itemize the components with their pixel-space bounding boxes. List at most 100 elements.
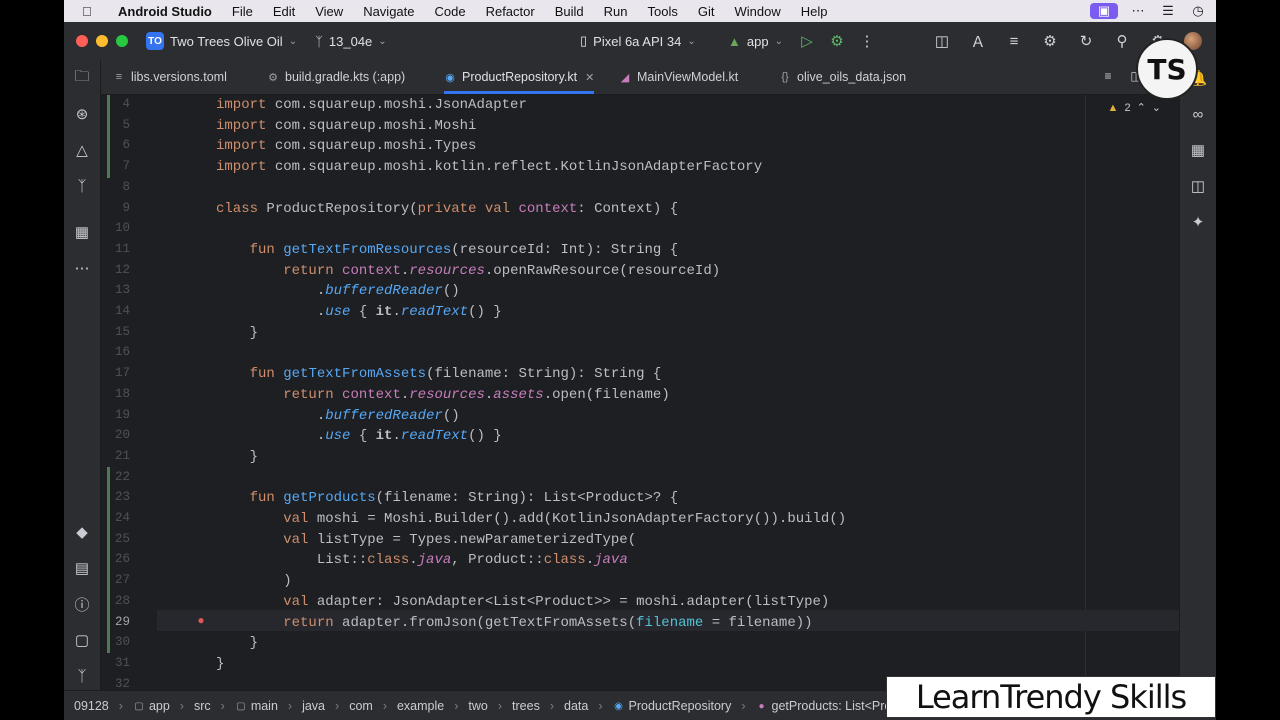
terminal-icon[interactable]: ▢ bbox=[72, 630, 92, 650]
left-tool-strip: 🗀 ⊛ △ ᛉ ▦ ⋯ ◆ ▤ ⓘ ▢ ᛉ bbox=[64, 60, 101, 690]
project-selector[interactable]: TO Two Trees Olive Oil ⌄ bbox=[146, 32, 297, 50]
menu-file[interactable]: File bbox=[222, 4, 263, 19]
tab-product-repository[interactable]: ◉ ProductRepository.kt ✕ bbox=[444, 60, 595, 94]
code-editor[interactable]: 4 5 6 7 8 9 10 11 12 13 14 15 16 17 18 19 20 21 22 23 24 25 26… bbox=[101, 95, 1179, 690]
tab-label: libs.versions.toml bbox=[131, 70, 227, 84]
breadcrumb-two[interactable]: two bbox=[468, 699, 487, 713]
structure-icon[interactable]: ▦ bbox=[72, 222, 92, 242]
git-icon[interactable]: ᛉ bbox=[72, 666, 92, 686]
folder-icon[interactable]: 🗀 bbox=[72, 68, 92, 88]
running-devices-icon[interactable]: ◫ bbox=[1188, 176, 1208, 196]
chevron-down-icon: ⌄ bbox=[774, 35, 783, 47]
ide-toolbar: TO Two Trees Olive Oil ⌄ ᛉ 13_04e ⌄ ▯ Pi… bbox=[64, 22, 1216, 60]
chevron-down-icon: ⌄ bbox=[288, 35, 298, 47]
tab-build-gradle[interactable]: ⚙ build.gradle.kts (:app) bbox=[267, 60, 405, 94]
problems-icon[interactable]: ⓘ bbox=[72, 594, 92, 614]
breadcrumb-data[interactable]: data bbox=[564, 699, 588, 713]
breadcrumb-src[interactable]: src bbox=[194, 699, 211, 713]
breadcrumb-com[interactable]: com bbox=[349, 699, 373, 713]
menu-window[interactable]: Window bbox=[724, 4, 790, 19]
gradle-icon[interactable]: ∞ bbox=[1188, 104, 1208, 124]
lightbulb-icon[interactable]: ● bbox=[195, 613, 207, 627]
method-icon: ● bbox=[758, 700, 765, 712]
tab-label: ProductRepository.kt bbox=[462, 70, 578, 84]
breadcrumb-class[interactable]: ProductRepository bbox=[629, 699, 732, 713]
kotlin-file-icon: ◢ bbox=[620, 71, 630, 84]
menu-code[interactable]: Code bbox=[425, 4, 476, 19]
warning-icon: ▲ bbox=[1107, 101, 1119, 114]
code-line: return adapter.fromJson(getTextFromAsset… bbox=[283, 614, 813, 631]
code-line: } bbox=[216, 655, 225, 672]
build-variants-icon[interactable]: ▤ bbox=[72, 558, 92, 578]
minimize-window-button[interactable] bbox=[96, 35, 108, 47]
breadcrumb-app[interactable]: app bbox=[149, 699, 170, 713]
inspection-widget[interactable]: ▲ 2 ⌃ ⌄ bbox=[1107, 101, 1161, 115]
line-number: 17 bbox=[114, 366, 130, 381]
menu-app-name[interactable]: Android Studio bbox=[108, 4, 222, 19]
apple-icon[interactable]:  bbox=[82, 4, 98, 19]
gemini-icon[interactable]: ✦ bbox=[1188, 212, 1208, 232]
sync-icon[interactable]: ↻ bbox=[1076, 31, 1096, 51]
breadcrumb-java[interactable]: java bbox=[302, 699, 325, 713]
run-icon[interactable]: ▷ bbox=[797, 31, 817, 51]
line-number: 9 bbox=[122, 200, 130, 215]
control-center-icon[interactable]: ☰ bbox=[1158, 3, 1178, 19]
module-icon: ▢ bbox=[134, 700, 144, 712]
translate-icon[interactable]: Ａ bbox=[968, 31, 988, 51]
status-position: 09128 bbox=[74, 699, 109, 713]
search-icon[interactable]: ⚲ bbox=[1112, 31, 1132, 51]
code-line: return context.resources.assets.open(fil… bbox=[283, 386, 670, 403]
branch-selector[interactable]: ᛉ 13_04e ⌄ bbox=[315, 34, 387, 49]
code-line: } bbox=[216, 324, 259, 341]
breadcrumb-example[interactable]: example bbox=[397, 699, 444, 713]
tab-libs-versions[interactable]: ≡ libs.versions.toml bbox=[113, 60, 227, 94]
code-line: } bbox=[216, 635, 259, 652]
window-controls bbox=[76, 35, 128, 47]
code-line: import com.squareup.moshi.Moshi bbox=[216, 117, 477, 134]
more-icon[interactable]: ⋯ bbox=[1128, 3, 1148, 19]
menu-git[interactable]: Git bbox=[688, 4, 725, 19]
line-number: 8 bbox=[122, 179, 130, 194]
close-icon[interactable]: ✕ bbox=[585, 71, 594, 84]
zoom-window-button[interactable] bbox=[116, 35, 128, 47]
breadcrumb-main[interactable]: main bbox=[251, 699, 278, 713]
line-number: 6 bbox=[122, 138, 130, 153]
ide-window:  Android Studio File Edit View Navigate… bbox=[64, 0, 1216, 720]
menu-refactor[interactable]: Refactor bbox=[476, 4, 545, 19]
tab-main-view-model[interactable]: ◢ MainViewModel.kt bbox=[619, 60, 738, 94]
menu-navigate[interactable]: Navigate bbox=[353, 4, 424, 19]
menu-tools[interactable]: Tools bbox=[638, 4, 688, 19]
menu-help[interactable]: Help bbox=[791, 4, 838, 19]
menu-edit[interactable]: Edit bbox=[263, 4, 305, 19]
menu-build[interactable]: Build bbox=[545, 4, 594, 19]
device-file-icon[interactable]: ▦ bbox=[1188, 140, 1208, 160]
run-config-selector[interactable]: ▲ app ⌄ bbox=[728, 34, 783, 49]
more-tools-icon[interactable]: ⋯ bbox=[72, 258, 92, 278]
more-actions-icon[interactable]: ⋮ bbox=[857, 31, 877, 51]
debug-icon[interactable]: ⚙ bbox=[827, 31, 847, 51]
code-line: List::class.java, Product::class.java bbox=[216, 552, 628, 569]
tab-olive-oils-data[interactable]: {} olive_oils_data.json bbox=[779, 60, 906, 94]
device-selector[interactable]: ▯ Pixel 6a API 34 ⌄ bbox=[580, 33, 696, 49]
editor-tabs: ≡ libs.versions.toml ⚙ build.gradle.kts … bbox=[101, 60, 1179, 95]
pull-requests-icon[interactable]: ᛉ bbox=[72, 176, 92, 196]
plugins-icon[interactable]: ⚙ bbox=[1040, 31, 1060, 51]
chevron-down-icon[interactable]: ⌄ bbox=[1152, 101, 1161, 114]
code-line: .use { it.readText() } bbox=[216, 428, 502, 445]
commit-icon[interactable]: ⊛ bbox=[72, 104, 92, 124]
screen-record-icon[interactable]: ▣ bbox=[1090, 3, 1118, 19]
gem-icon[interactable]: ◆ bbox=[72, 522, 92, 542]
line-number-gutter: 4 5 6 7 8 9 10 11 12 13 14 15 16 17 18 19 20 21 22 23 24 25 26… bbox=[101, 95, 157, 690]
resource-manager-icon[interactable]: △ bbox=[72, 140, 92, 160]
chevron-up-icon[interactable]: ⌃ bbox=[1137, 101, 1146, 114]
close-window-button[interactable] bbox=[76, 35, 88, 47]
menu-view[interactable]: View bbox=[305, 4, 353, 19]
clock-icon[interactable]: ◷ bbox=[1188, 3, 1208, 19]
json-file-icon: {} bbox=[781, 71, 789, 83]
code-line: fun getProducts(filename: String): List<… bbox=[249, 490, 679, 507]
structure-icon[interactable]: ≡ bbox=[1004, 31, 1024, 51]
menu-run[interactable]: Run bbox=[594, 4, 638, 19]
breadcrumb-trees[interactable]: trees bbox=[512, 699, 540, 713]
device-manager-icon[interactable]: ◫ bbox=[932, 31, 952, 51]
code-view-icon[interactable]: ≡ bbox=[1099, 67, 1117, 85]
